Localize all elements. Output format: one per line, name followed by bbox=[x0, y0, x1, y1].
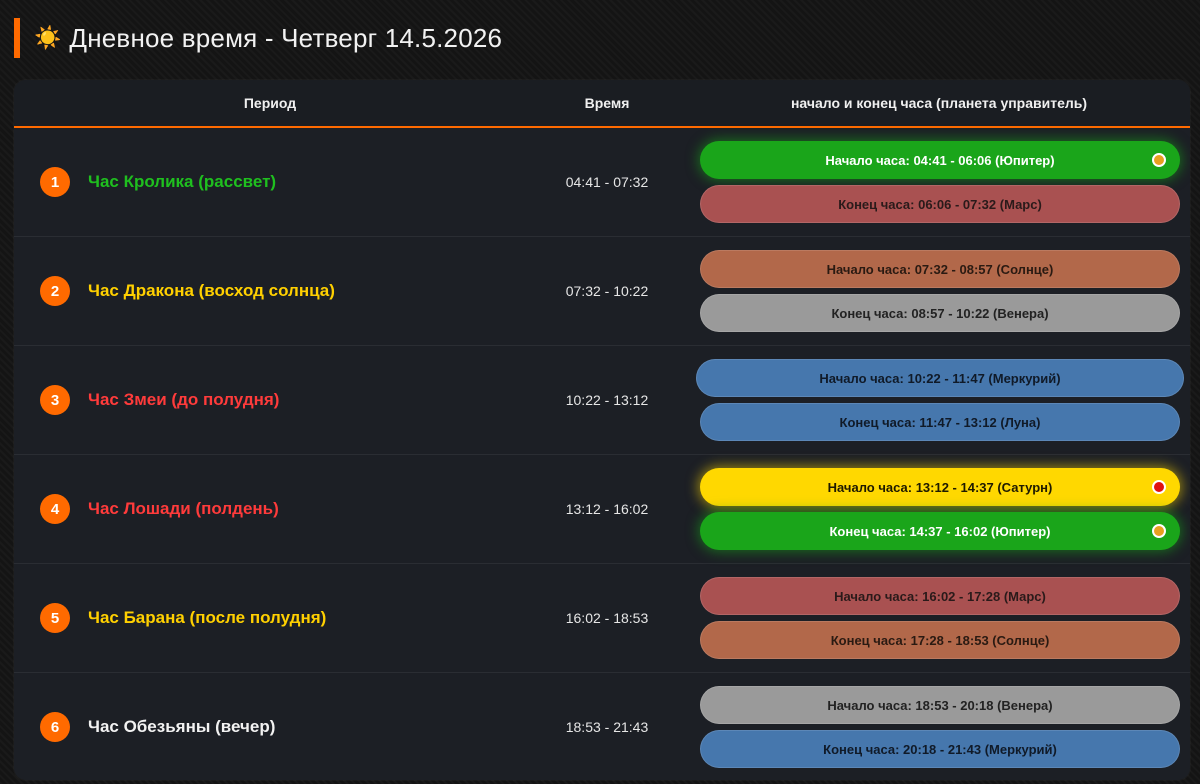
hour-end-pill[interactable]: Конец часа: 20:18 - 21:43 (Меркурий) bbox=[700, 730, 1180, 768]
hour-start-pill[interactable]: Начало часа: 04:41 - 06:06 (Юпитер) bbox=[700, 141, 1180, 179]
hours-table: Период Время начало и конец часа (планет… bbox=[14, 80, 1190, 780]
header-hours: начало и конец часа (планета управитель) bbox=[790, 95, 1088, 111]
header-time: Время bbox=[584, 95, 630, 111]
table-header: Период Время начало и конец часа (планет… bbox=[14, 80, 1190, 128]
hour-pill-label: Начало часа: 13:12 - 14:37 (Сатурн) bbox=[827, 479, 1053, 495]
hour-pills: Начало часа: 16:02 - 17:28 (Марс) Конец ч… bbox=[700, 564, 1180, 672]
period-time-range: 13:12 - 16:02 bbox=[565, 501, 649, 517]
period-number-badge: 2 bbox=[40, 276, 70, 306]
hour-pill-label: Начало часа: 16:02 - 17:28 (Марс) bbox=[834, 588, 1046, 604]
hour-end-pill[interactable]: Конец часа: 08:57 - 10:22 (Венера) bbox=[700, 294, 1180, 332]
table-row[interactable]: 6 Час Обезьяны (вечер) 18:53 - 21:43 Начало… bbox=[14, 673, 1190, 780]
hour-end-pill[interactable]: Конец часа: 11:47 - 13:12 (Луна) bbox=[700, 403, 1180, 441]
hour-pills: Начало часа: 13:12 - 14:37 (Сатурн) Конец… bbox=[700, 455, 1180, 563]
hour-pill-label: Начало часа: 10:22 - 11:47 (Меркурий) bbox=[819, 370, 1061, 386]
period-number-badge: 6 bbox=[40, 712, 70, 742]
table-row[interactable]: 3 Час Змеи (до полудня) 10:22 - 13:12 Начал… bbox=[14, 346, 1190, 455]
period-time-range: 07:32 - 10:22 bbox=[565, 283, 649, 299]
hour-pill-label: Конец часа: 17:28 - 18:53 (Солнце) bbox=[830, 632, 1050, 648]
page-title: Дневное время - Четверг 14.5.2026 bbox=[69, 22, 503, 53]
status-dot-icon bbox=[1152, 480, 1166, 494]
header-period: Период bbox=[243, 95, 297, 111]
hour-pill-label: Конец часа: 08:57 - 10:22 (Венера) bbox=[831, 305, 1049, 321]
table-row[interactable]: 5 Час Барана (после полудня) 16:02 - 18:53… bbox=[14, 564, 1190, 673]
hour-start-pill[interactable]: Начало часа: 10:22 - 11:47 (Меркурий) bbox=[696, 359, 1184, 397]
hour-end-pill[interactable]: Конец часа: 06:06 - 07:32 (Марс) bbox=[700, 185, 1180, 223]
period-number-badge: 1 bbox=[40, 167, 70, 197]
hour-pill-label: Конец часа: 14:37 - 16:02 (Юпитер) bbox=[829, 523, 1051, 539]
period-name: Час Кролика (рассвет) bbox=[88, 172, 277, 191]
period-number-badge: 4 bbox=[40, 494, 70, 524]
period-number-badge: 5 bbox=[40, 603, 70, 633]
table-row[interactable]: 4 Час Лошади (полдень) 13:12 - 16:02 Начало… bbox=[14, 455, 1190, 564]
hour-pill-label: Начало часа: 04:41 - 06:06 (Юпитер) bbox=[825, 152, 1055, 168]
table-row[interactable]: 1 Час Кролика (рассвет) 04:41 - 07:32 Начал… bbox=[14, 128, 1190, 237]
hour-pills: Начало часа: 04:41 - 06:06 (Юпитер) Конец… bbox=[700, 128, 1180, 236]
hour-start-pill[interactable]: Начало часа: 07:32 - 08:57 (Солнце) bbox=[700, 250, 1180, 288]
table-row[interactable]: 2 Час Дракона (восход солнца) 07:32 - 10:2… bbox=[14, 237, 1190, 346]
hour-end-pill[interactable]: Конец часа: 17:28 - 18:53 (Солнце) bbox=[700, 621, 1180, 659]
hour-end-pill[interactable]: Конец часа: 14:37 - 16:02 (Юпитер) bbox=[700, 512, 1180, 550]
hour-pill-label: Начало часа: 07:32 - 08:57 (Солнце) bbox=[826, 261, 1054, 277]
table-body: 1 Час Кролика (рассвет) 04:41 - 07:32 Начал… bbox=[14, 128, 1190, 780]
page-title-bar: ☀️ Дневное время - Четверг 14.5.2026 bbox=[14, 18, 502, 58]
period-name: Час Змеи (до полудня) bbox=[88, 390, 280, 409]
hour-start-pill[interactable]: Начало часа: 13:12 - 14:37 (Сатурн) bbox=[700, 468, 1180, 506]
hour-start-pill[interactable]: Начало часа: 18:53 - 20:18 (Венера) bbox=[700, 686, 1180, 724]
sun-icon: ☀️ bbox=[34, 25, 62, 50]
hour-pill-label: Начало часа: 18:53 - 20:18 (Венера) bbox=[827, 697, 1053, 713]
period-name: Час Обезьяны (вечер) bbox=[88, 717, 276, 736]
status-dot-icon bbox=[1152, 153, 1166, 167]
hour-pills: Начало часа: 07:32 - 08:57 (Солнце) Конец… bbox=[700, 237, 1180, 345]
status-dot-icon bbox=[1152, 524, 1166, 538]
hour-pill-label: Конец часа: 11:47 - 13:12 (Луна) bbox=[839, 414, 1041, 430]
period-time-range: 16:02 - 18:53 bbox=[565, 610, 649, 626]
period-time-range: 10:22 - 13:12 bbox=[565, 392, 649, 408]
period-name: Час Барана (после полудня) bbox=[88, 608, 327, 627]
period-number-badge: 3 bbox=[40, 385, 70, 415]
period-time-range: 18:53 - 21:43 bbox=[565, 719, 649, 735]
hour-pills: Начало часа: 18:53 - 20:18 (Венера) Конец… bbox=[700, 673, 1180, 780]
hour-pill-label: Конец часа: 06:06 - 07:32 (Марс) bbox=[838, 196, 1042, 212]
hour-pill-label: Конец часа: 20:18 - 21:43 (Меркурий) bbox=[823, 741, 1057, 757]
hour-start-pill[interactable]: Начало часа: 16:02 - 17:28 (Марс) bbox=[700, 577, 1180, 615]
period-name: Час Дракона (восход солнца) bbox=[88, 281, 335, 300]
period-name: Час Лошади (полдень) bbox=[88, 499, 279, 518]
hour-pills: Начало часа: 10:22 - 11:47 (Меркурий) Кон… bbox=[696, 346, 1184, 454]
period-time-range: 04:41 - 07:32 bbox=[565, 174, 649, 190]
